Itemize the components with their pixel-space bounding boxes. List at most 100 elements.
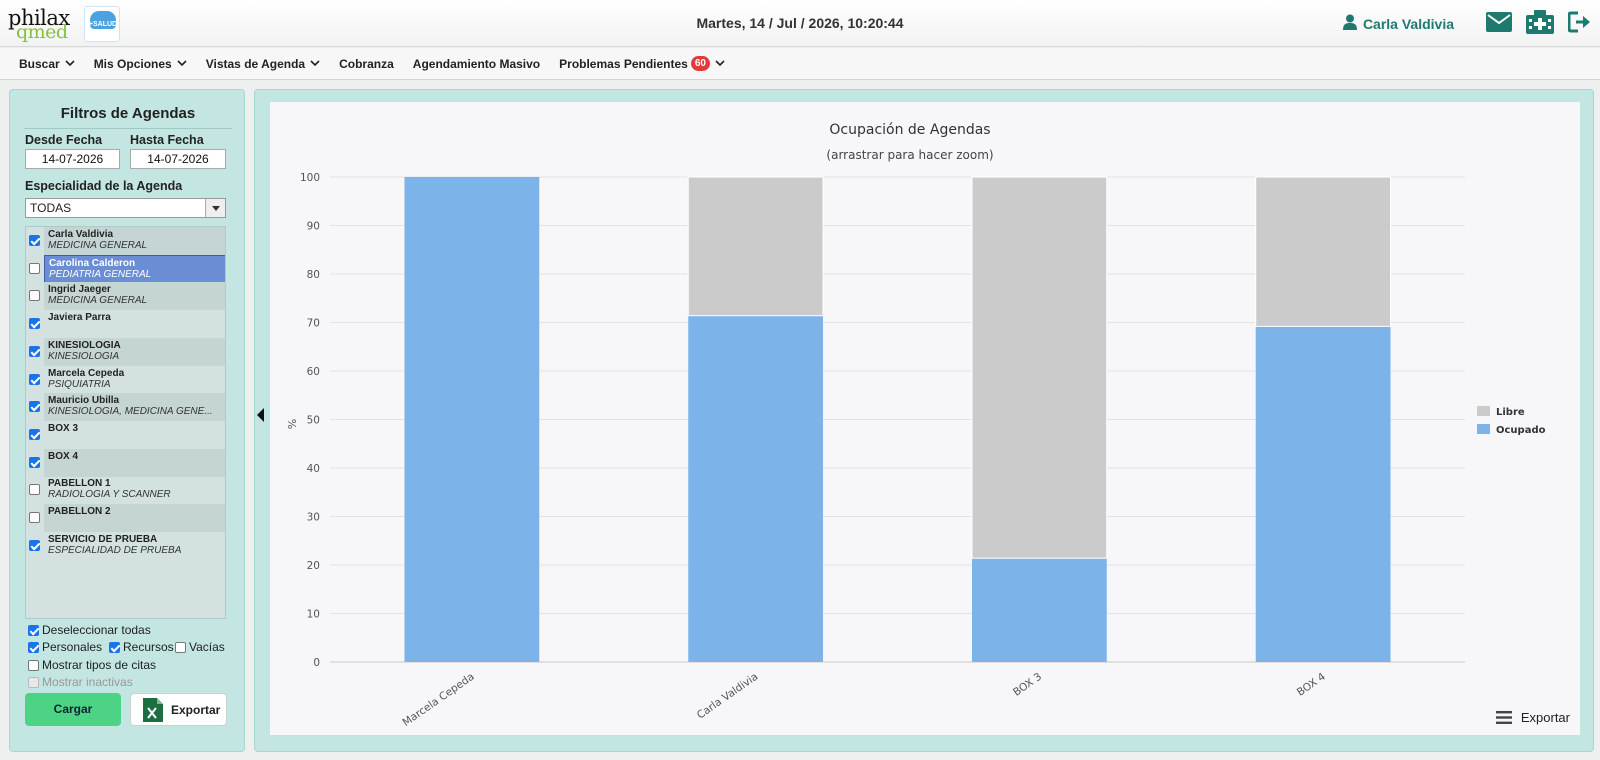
legend-swatch <box>1477 406 1490 416</box>
deseleccionar-todas-option[interactable]: Deseleccionar todas <box>28 623 151 637</box>
agenda-row[interactable]: Ingrid Jaeger MEDICINA GENERAL <box>26 282 225 311</box>
agenda-checkbox[interactable] <box>29 456 40 468</box>
agenda-cell[interactable]: Marcela Cepeda PSIQUIATRIA <box>44 366 225 394</box>
hasta-fecha-input[interactable]: 14-07-2026 <box>130 149 226 169</box>
personales-option[interactable]: Personales <box>28 640 102 654</box>
chart-export-label: Exportar <box>1520 710 1570 725</box>
nav-cobranza[interactable]: Cobranza <box>339 57 394 71</box>
agenda-cell[interactable]: Carolina Calderon PEDIATRIA GENERAL <box>44 254 225 283</box>
agenda-name: Marcela Cepeda <box>48 367 125 379</box>
cargar-button[interactable]: Cargar <box>25 693 121 726</box>
y-tick-label: 0 <box>313 657 320 669</box>
agenda-name: KINESIOLOGIA <box>48 339 121 351</box>
agenda-cell[interactable]: PABELLON 2 <box>44 504 225 532</box>
x-tick-label: BOX 3 <box>1011 671 1044 699</box>
personales-checkbox[interactable] <box>28 641 39 653</box>
agenda-checkbox[interactable] <box>29 345 40 357</box>
agenda-cell[interactable]: Javiera Parra <box>44 310 225 338</box>
chevron-down-icon <box>65 60 75 67</box>
agenda-cell[interactable]: KINESIOLOGIA KINESIOLOGIA <box>44 337 225 366</box>
nav-agendamiento-masivo[interactable]: Agendamiento Masivo <box>413 57 540 71</box>
nav-mis-opciones[interactable]: Mis Opciones <box>94 57 187 71</box>
tipos-checkbox[interactable] <box>28 659 39 671</box>
top-header: philax qmed +SALUD Martes, 14 / Jul / 20… <box>0 0 1600 47</box>
chart-export-menu[interactable]: Exportar <box>1495 710 1570 725</box>
agenda-cell[interactable]: BOX 4 <box>44 448 225 477</box>
agenda-row[interactable]: Mauricio Ubilla KINESIOLOGIA, MEDICINA GE… <box>26 393 225 422</box>
mail-icon[interactable] <box>1486 11 1512 37</box>
deseleccionar-checkbox[interactable] <box>28 624 39 636</box>
inactivas-checkbox <box>28 676 39 688</box>
agenda-row[interactable]: Carla Valdivia MEDICINA GENERAL <box>26 227 225 255</box>
agenda-cell[interactable]: SERVICIO DE PRUEBA ESPECIALIDAD DE PRUEBA <box>44 532 225 560</box>
agenda-cell[interactable]: Ingrid Jaeger MEDICINA GENERAL <box>44 282 225 311</box>
x-tick-label: Carla Valdivia <box>695 671 761 722</box>
agenda-row[interactable]: KINESIOLOGIA KINESIOLOGIA <box>26 337 225 366</box>
especialidad-label: Especialidad de la Agenda <box>25 179 183 193</box>
agenda-checkbox[interactable] <box>29 262 40 274</box>
agenda-row[interactable]: SERVICIO DE PRUEBA ESPECIALIDAD DE PRUEBA <box>26 532 225 560</box>
mostrar-inactivas-option: Mostrar inactivas <box>28 675 133 689</box>
recursos-checkbox[interactable] <box>109 641 120 653</box>
agenda-checkbox[interactable] <box>29 428 40 440</box>
vacias-checkbox[interactable] <box>175 641 186 653</box>
hospital-icon[interactable] <box>1526 9 1554 39</box>
occupancy-chart[interactable]: Ocupación de Agendas (arrastrar para hace… <box>270 102 1580 735</box>
agenda-row[interactable]: BOX 3 <box>26 421 225 449</box>
user-area: Carla Valdivia <box>1342 9 1592 39</box>
agenda-checkbox[interactable] <box>29 512 40 523</box>
agenda-checkbox[interactable] <box>29 484 40 496</box>
agenda-cell[interactable]: Mauricio Ubilla KINESIOLOGIA, MEDICINA GE… <box>44 393 225 422</box>
agenda-row[interactable]: Javiera Parra <box>26 310 225 338</box>
agenda-checkbox[interactable] <box>29 290 40 302</box>
agenda-cell[interactable]: Carla Valdivia MEDICINA GENERAL <box>44 227 225 255</box>
pending-count-badge: 60 <box>690 56 710 71</box>
collapse-panel-icon[interactable] <box>257 408 265 427</box>
agenda-row[interactable]: Marcela Cepeda PSIQUIATRIA <box>26 366 225 394</box>
y-axis-label: % <box>286 419 299 429</box>
filters-title: Filtros de Agendas <box>60 105 196 122</box>
recursos-option[interactable]: Recursos <box>109 640 174 654</box>
agenda-specialty: MEDICINA GENERAL <box>48 295 148 307</box>
nav-label: Mis Opciones <box>93 56 172 71</box>
y-tick-label: 60 <box>307 366 320 378</box>
exportar-button[interactable]: Exportar <box>130 693 227 726</box>
nav-problemas-pendientes[interactable]: Problemas Pendientes 60 <box>559 56 725 71</box>
agenda-name: Carla Valdivia <box>48 229 114 240</box>
legend-label: Ocupado <box>1496 425 1546 436</box>
bar-libre <box>687 176 824 317</box>
nav-vistas-de-agenda[interactable]: Vistas de Agenda <box>206 57 320 71</box>
agenda-name: BOX 3 <box>48 422 79 434</box>
agenda-row[interactable]: BOX 4 <box>26 448 225 477</box>
agenda-row[interactable]: PABELLON 2 <box>26 504 225 532</box>
agenda-checkbox[interactable] <box>29 373 40 385</box>
mostrar-tipos-option[interactable]: Mostrar tipos de citas <box>28 658 156 672</box>
chart-container[interactable]: Ocupación de Agendas (arrastrar para hace… <box>270 102 1580 735</box>
agenda-checkbox[interactable] <box>29 539 40 551</box>
chart-title: Ocupación de Agendas <box>829 122 990 138</box>
agenda-specialty: PSIQUIATRIA <box>48 378 111 390</box>
logout-icon[interactable] <box>1567 11 1592 38</box>
nav-label: Agendamiento Masivo <box>412 56 541 71</box>
agenda-name: BOX 4 <box>48 450 79 462</box>
hasta-fecha-label: Hasta Fecha <box>130 133 204 147</box>
agenda-checkbox[interactable] <box>29 318 40 330</box>
dropdown-arrow-icon[interactable] <box>205 199 225 217</box>
agenda-list[interactable]: Carla Valdivia MEDICINA GENERAL Carolina C… <box>25 226 226 619</box>
y-tick-label: 70 <box>307 318 320 330</box>
desde-fecha-input[interactable]: 14-07-2026 <box>25 149 120 169</box>
agenda-row[interactable]: PABELLON 1 RADIOLOGIA Y SCANNER <box>26 476 225 504</box>
agenda-checkbox[interactable] <box>29 235 40 246</box>
nav-buscar[interactable]: Buscar <box>19 57 75 71</box>
user-name-link[interactable]: Carla Valdivia <box>1363 16 1454 32</box>
agenda-cell[interactable]: PABELLON 1 RADIOLOGIA Y SCANNER <box>44 476 225 504</box>
especialidad-select[interactable]: TODAS <box>25 198 226 218</box>
agenda-checkbox[interactable] <box>29 401 40 413</box>
agenda-cell[interactable]: BOX 3 <box>44 421 225 449</box>
option-label: Recursos <box>123 640 174 654</box>
nav-label: Vistas de Agenda <box>205 56 306 71</box>
agenda-row[interactable]: Carolina Calderon PEDIATRIA GENERAL <box>26 254 225 283</box>
vacias-option[interactable]: Vacías <box>175 640 225 654</box>
y-tick-label: 30 <box>307 512 320 524</box>
filters-panel: Filtros de Agendas Desde Fecha Hasta Fec… <box>9 89 245 752</box>
